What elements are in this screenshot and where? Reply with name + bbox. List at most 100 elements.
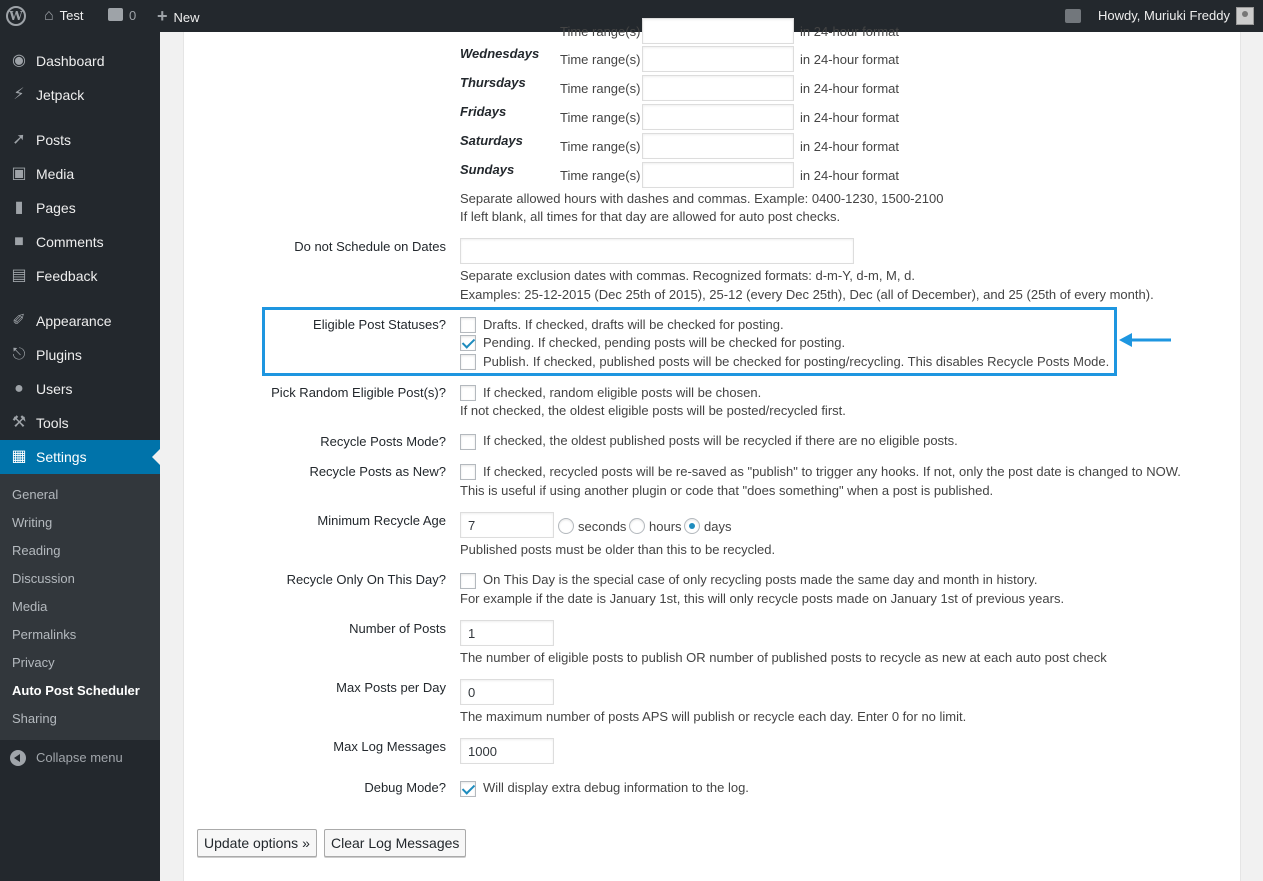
time-range-label: Time range(s)	[560, 110, 641, 125]
min-age-input[interactable]	[460, 512, 554, 538]
publish-checkbox[interactable]	[460, 354, 476, 370]
site-name-link[interactable]: ⌂ Test	[44, 0, 84, 32]
day-label-fridays: Fridays	[460, 104, 507, 119]
menu-dashboard[interactable]: ◉ Dashboard	[0, 44, 160, 78]
clear-log-button[interactable]: Clear Log Messages	[324, 829, 467, 857]
day-label-wednesdays: Wednesdays	[460, 46, 540, 61]
menu-settings[interactable]: ▦ Settings	[0, 440, 160, 474]
recycle-mode-checkbox[interactable]	[460, 434, 476, 450]
notes-link[interactable]	[1065, 0, 1081, 32]
submenu-reading[interactable]: Reading	[12, 541, 60, 561]
menu-pages[interactable]: ▮ Pages	[0, 191, 160, 225]
my-account-link[interactable]: Howdy, Muriuki Freddy	[1098, 0, 1254, 32]
recycle-as-new-hint: This is useful if using another plugin o…	[460, 483, 994, 498]
recycle-as-new-checkbox[interactable]	[460, 464, 476, 480]
exclude-dates-input[interactable]	[460, 238, 854, 264]
exclude-dates-hint-2: Examples: 25-12-2015 (Dec 25th of 2015),…	[460, 287, 1154, 302]
wednesday-time-range-input[interactable]	[642, 46, 794, 72]
menu-users[interactable]: ● Users	[0, 372, 160, 406]
pin-icon: ➚	[12, 131, 26, 148]
pending-checkbox[interactable]	[460, 335, 476, 351]
num-posts-input[interactable]	[460, 620, 554, 646]
jetpack-icon: ⚡	[13, 86, 25, 103]
max-posts-input[interactable]	[460, 679, 554, 705]
menu-media[interactable]: ▣ Media	[0, 157, 160, 191]
admin-sidebar: ◉ Dashboard ⚡ Jetpack ➚ Posts ▣ Media ▮ …	[0, 32, 160, 881]
plus-icon: +	[157, 6, 168, 26]
pages-icon: ▮	[14, 199, 24, 216]
seconds-radio[interactable]	[558, 518, 574, 534]
max-posts-label: Max Posts per Day	[336, 680, 446, 695]
this-day-hint: For example if the date is January 1st, …	[460, 591, 1065, 606]
publish-text: Publish. If checked, published posts wil…	[483, 354, 1110, 369]
submenu-media[interactable]: Media	[12, 597, 47, 617]
day-label-thursdays: Thursdays	[460, 75, 526, 90]
min-age-hint: Published posts must be older than this …	[460, 542, 776, 557]
days-radio[interactable]	[684, 518, 700, 534]
format-hint: in 24-hour format	[800, 52, 899, 67]
friday-time-range-input[interactable]	[642, 104, 794, 130]
hours-radio[interactable]	[629, 518, 645, 534]
eligible-statuses-label: Eligible Post Statuses?	[313, 317, 446, 332]
home-icon: ⌂	[44, 7, 54, 24]
collapse-menu-button[interactable]: Collapse menu	[0, 747, 160, 769]
recycle-as-new-text: If checked, recycled posts will be re-sa…	[483, 464, 1181, 479]
day-label-sundays: Sundays	[460, 162, 515, 177]
submenu-privacy[interactable]: Privacy	[12, 653, 55, 673]
format-hint: in 24-hour format	[800, 168, 899, 183]
comment-icon: ■	[14, 233, 24, 250]
random-posts-checkbox[interactable]	[460, 385, 476, 401]
collapse-arrow-icon	[10, 750, 26, 766]
this-day-label: Recycle Only On This Day?	[286, 572, 446, 587]
submenu-general[interactable]: General	[12, 485, 58, 505]
sunday-time-range-input[interactable]	[642, 162, 794, 188]
days-label: days	[704, 519, 732, 534]
submenu-writing[interactable]: Writing	[12, 513, 52, 533]
debug-checkbox[interactable]	[460, 781, 476, 797]
random-posts-label: Pick Random Eligible Post(s)?	[271, 385, 446, 400]
user-icon: ●	[14, 380, 24, 397]
submenu-sharing[interactable]: Sharing	[12, 709, 57, 729]
menu-jetpack[interactable]: ⚡ Jetpack	[0, 78, 160, 112]
menu-plugins[interactable]: ⎋ Plugins	[0, 338, 160, 372]
wordpress-logo-icon[interactable]: W	[6, 0, 28, 32]
new-content-link[interactable]: + New	[157, 0, 200, 32]
menu-feedback[interactable]: ▤ Feedback	[0, 259, 160, 293]
debug-label: Debug Mode?	[364, 780, 446, 795]
seconds-label: seconds	[578, 519, 627, 534]
update-options-button[interactable]: Update options »	[197, 829, 317, 857]
recycle-mode-label: Recycle Posts Mode?	[320, 434, 446, 449]
thursday-time-range-input[interactable]	[642, 75, 794, 101]
settings-submenu: General Writing Reading Discussion Media…	[0, 474, 160, 740]
comments-link[interactable]: 0	[108, 0, 136, 32]
recycle-mode-text: If checked, the oldest published posts w…	[483, 433, 958, 448]
menu-tools[interactable]: ⚒ Tools	[0, 406, 160, 440]
settings-icon: ▦	[11, 448, 27, 465]
pending-text: Pending. If checked, pending posts will …	[483, 335, 846, 350]
dashboard-icon: ◉	[12, 52, 26, 69]
max-log-label: Max Log Messages	[333, 739, 446, 754]
media-icon: ▣	[11, 165, 27, 182]
min-age-label: Minimum Recycle Age	[317, 513, 446, 528]
comment-bubble-icon	[108, 8, 123, 22]
drafts-checkbox[interactable]	[460, 317, 476, 333]
this-day-checkbox[interactable]	[460, 573, 476, 589]
saturday-time-range-input[interactable]	[642, 133, 794, 159]
schedule-hint-1: Separate allowed hours with dashes and c…	[460, 191, 944, 206]
submenu-auto-post-scheduler[interactable]: Auto Post Scheduler	[12, 681, 140, 701]
recycle-as-new-label: Recycle Posts as New?	[309, 464, 446, 479]
exclude-dates-label: Do not Schedule on Dates	[294, 239, 446, 254]
max-log-input[interactable]	[460, 738, 554, 764]
menu-appearance[interactable]: ✐ Appearance	[0, 304, 160, 338]
submenu-discussion[interactable]: Discussion	[12, 569, 75, 589]
format-hint: in 24-hour format	[800, 24, 899, 39]
tuesday-time-range-input[interactable]	[642, 18, 794, 44]
avatar	[1235, 6, 1254, 25]
menu-posts[interactable]: ➚ Posts	[0, 123, 160, 157]
time-range-label: Time range(s)	[560, 52, 641, 67]
menu-comments[interactable]: ■ Comments	[0, 225, 160, 259]
max-posts-hint: The maximum number of posts APS will pub…	[460, 709, 967, 724]
time-range-label: Time range(s)	[560, 81, 641, 96]
submenu-permalinks[interactable]: Permalinks	[12, 625, 76, 645]
hours-label: hours	[649, 519, 682, 534]
